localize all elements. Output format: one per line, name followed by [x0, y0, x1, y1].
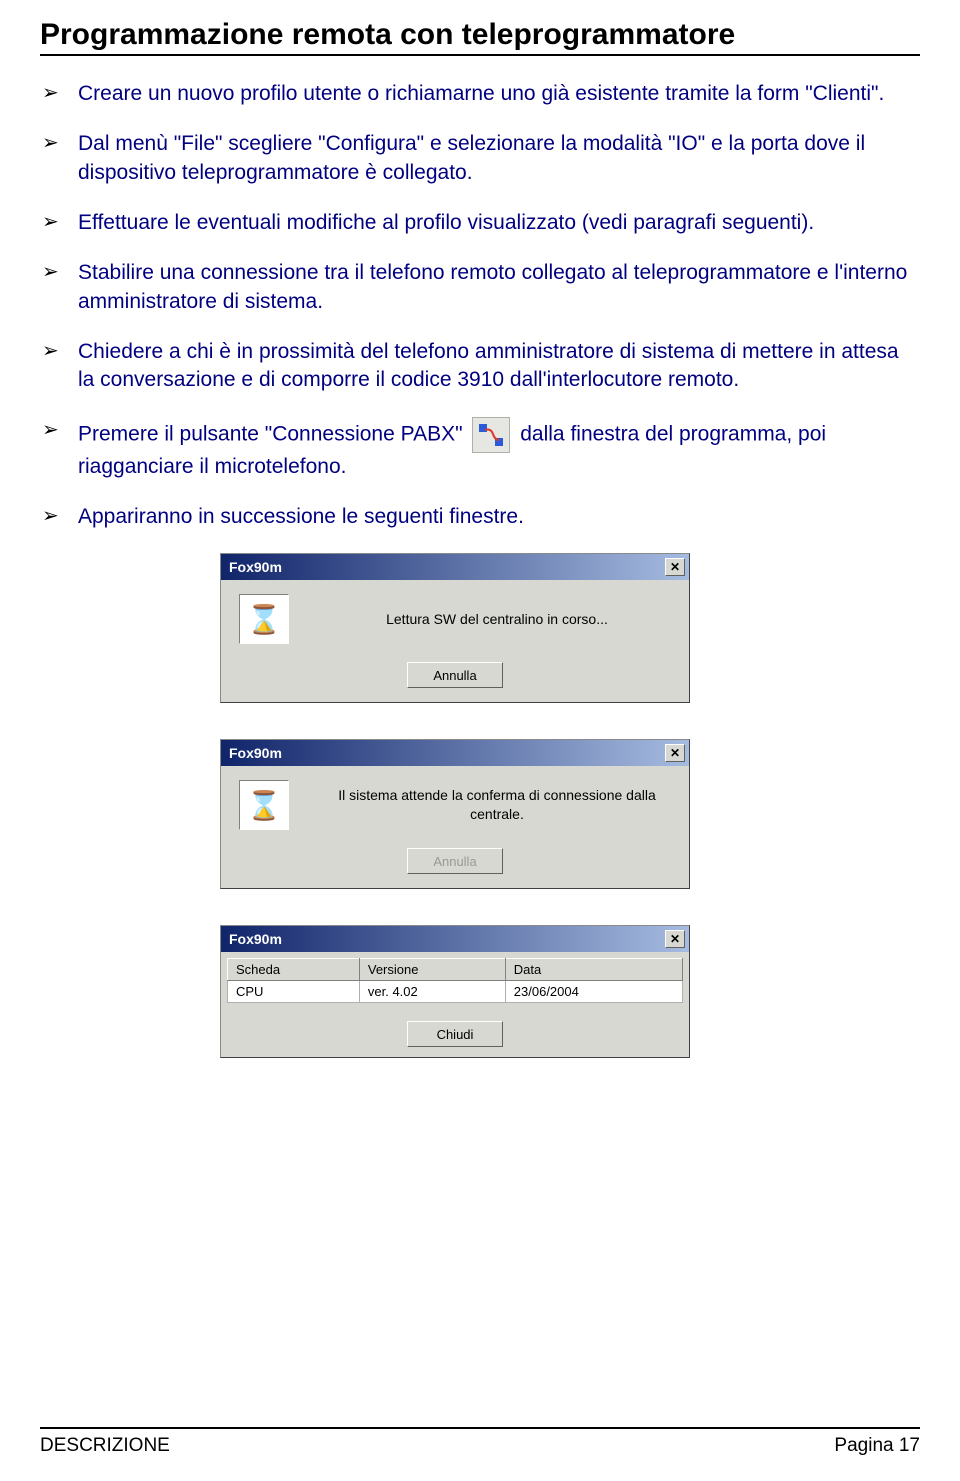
dialog-reading-sw: Fox90m ✕ ⌛ Lettura SW del centralino in … [220, 553, 690, 703]
footer-section: DESCRIZIONE [40, 1435, 170, 1457]
pabx-connect-icon [472, 417, 510, 453]
cancel-button[interactable]: Annulla [407, 848, 503, 874]
instruction-item: Dal menù "File" scegliere "Configura" e … [76, 130, 920, 187]
page-footer: DESCRIZIONE Pagina 17 [40, 1427, 920, 1457]
instruction-item: Effettuare le eventuali modifiche al pro… [76, 209, 920, 237]
close-button[interactable]: ✕ [665, 744, 685, 762]
instruction-text: Premere il pulsante "Connessione PABX" [78, 422, 468, 445]
close-icon: ✕ [670, 932, 680, 946]
cancel-button[interactable]: Annulla [407, 662, 503, 688]
close-button[interactable]: ✕ [665, 558, 685, 576]
dialog-titlebar: Fox90m ✕ [221, 740, 689, 766]
col-data: Data [505, 959, 682, 981]
dialog-title: Fox90m [229, 559, 282, 575]
footer-page: Pagina 17 [834, 1435, 920, 1457]
table-row: CPU ver. 4.02 23/06/2004 [228, 981, 683, 1003]
instruction-item: Stabilire una connessione tra il telefon… [76, 259, 920, 316]
dialog-message: Lettura SW del centralino in corso... [317, 610, 677, 630]
dialog-title: Fox90m [229, 745, 282, 761]
close-dialog-button[interactable]: Chiudi [407, 1021, 503, 1047]
col-versione: Versione [359, 959, 505, 981]
close-icon: ✕ [670, 560, 680, 574]
cell-data: 23/06/2004 [505, 981, 682, 1003]
instruction-item-connect: Premere il pulsante "Connessione PABX" d… [76, 417, 920, 481]
hourglass-icon: ⌛ [239, 780, 289, 830]
version-table: Scheda Versione Data CPU ver. 4.02 23/06… [227, 958, 683, 1003]
cell-scheda: CPU [228, 981, 360, 1003]
dialog-title: Fox90m [229, 931, 282, 947]
dialog-version-info: Fox90m ✕ Scheda Versione Data CPU ver. 4… [220, 925, 690, 1058]
page-title: Programmazione remota con teleprogrammat… [40, 18, 920, 56]
instruction-item: Chiedere a chi è in prossimità del telef… [76, 338, 920, 395]
close-icon: ✕ [670, 746, 680, 760]
dialog-message: Il sistema attende la conferma di connes… [317, 786, 677, 825]
instruction-item: Appariranno in successione le seguenti f… [76, 503, 920, 531]
hourglass-icon: ⌛ [239, 594, 289, 644]
cell-versione: ver. 4.02 [359, 981, 505, 1003]
dialog-titlebar: Fox90m ✕ [221, 926, 689, 952]
instruction-item: Creare un nuovo profilo utente o richiam… [76, 80, 920, 108]
col-scheda: Scheda [228, 959, 360, 981]
dialog-waiting-confirm: Fox90m ✕ ⌛ Il sistema attende la conferm… [220, 739, 690, 889]
dialog-titlebar: Fox90m ✕ [221, 554, 689, 580]
instruction-list: Creare un nuovo profilo utente o richiam… [40, 80, 920, 531]
close-button[interactable]: ✕ [665, 930, 685, 948]
